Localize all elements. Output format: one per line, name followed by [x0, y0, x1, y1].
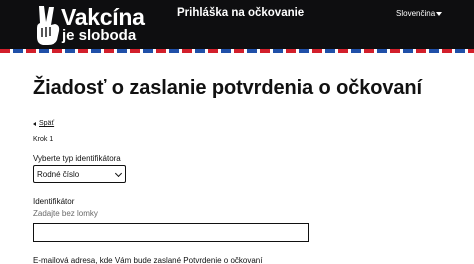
identifier-hint: Zadajte bez lomky [33, 209, 98, 218]
page-title: Žiadosť o zaslanie potvrdenia o očkovaní [33, 77, 423, 99]
logo-title: Vakcína [61, 4, 145, 30]
back-link-label: Späť [39, 120, 55, 127]
identifier-type-select[interactable]: Rodné číslo [33, 165, 126, 183]
identifier-input[interactable] [33, 223, 309, 242]
logo-subtitle: je sloboda [62, 27, 137, 44]
chevron-down-icon [114, 169, 123, 178]
site-header: Vakcína je sloboda Prihláška na očkovani… [0, 0, 474, 53]
identifier-type-selected: Rodné číslo [37, 169, 80, 179]
identifier-type-label: Vyberte typ identifikátora [33, 154, 121, 163]
flag-stripe [0, 49, 474, 53]
identifier-label: Identifikátor [33, 197, 75, 206]
language-selector[interactable]: Slovenčina [396, 9, 435, 18]
app-title: Prihláška na očkovanie [177, 7, 305, 19]
chevron-down-icon[interactable] [436, 12, 442, 16]
vakcina-logo[interactable]: Vakcína je sloboda [33, 4, 145, 46]
email-label: E-mailová adresa, kde Vám bude zaslané P… [33, 256, 263, 264]
back-link[interactable]: Späť [33, 119, 54, 129]
chevron-left-icon [33, 122, 36, 126]
step-indicator: Krok 1 [33, 136, 54, 143]
